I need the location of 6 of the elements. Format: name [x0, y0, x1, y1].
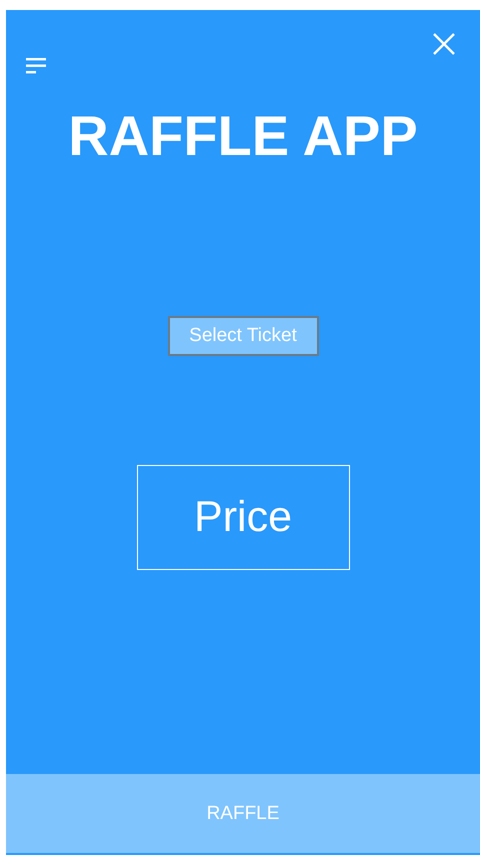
raffle-button[interactable]: RAFFLE [6, 774, 480, 855]
price-display: Price [136, 465, 350, 570]
menu-icon [26, 57, 46, 75]
close-icon [433, 33, 455, 55]
select-ticket-button[interactable]: Select Ticket [168, 316, 318, 356]
app-title: RAFFLE APP [68, 108, 418, 164]
